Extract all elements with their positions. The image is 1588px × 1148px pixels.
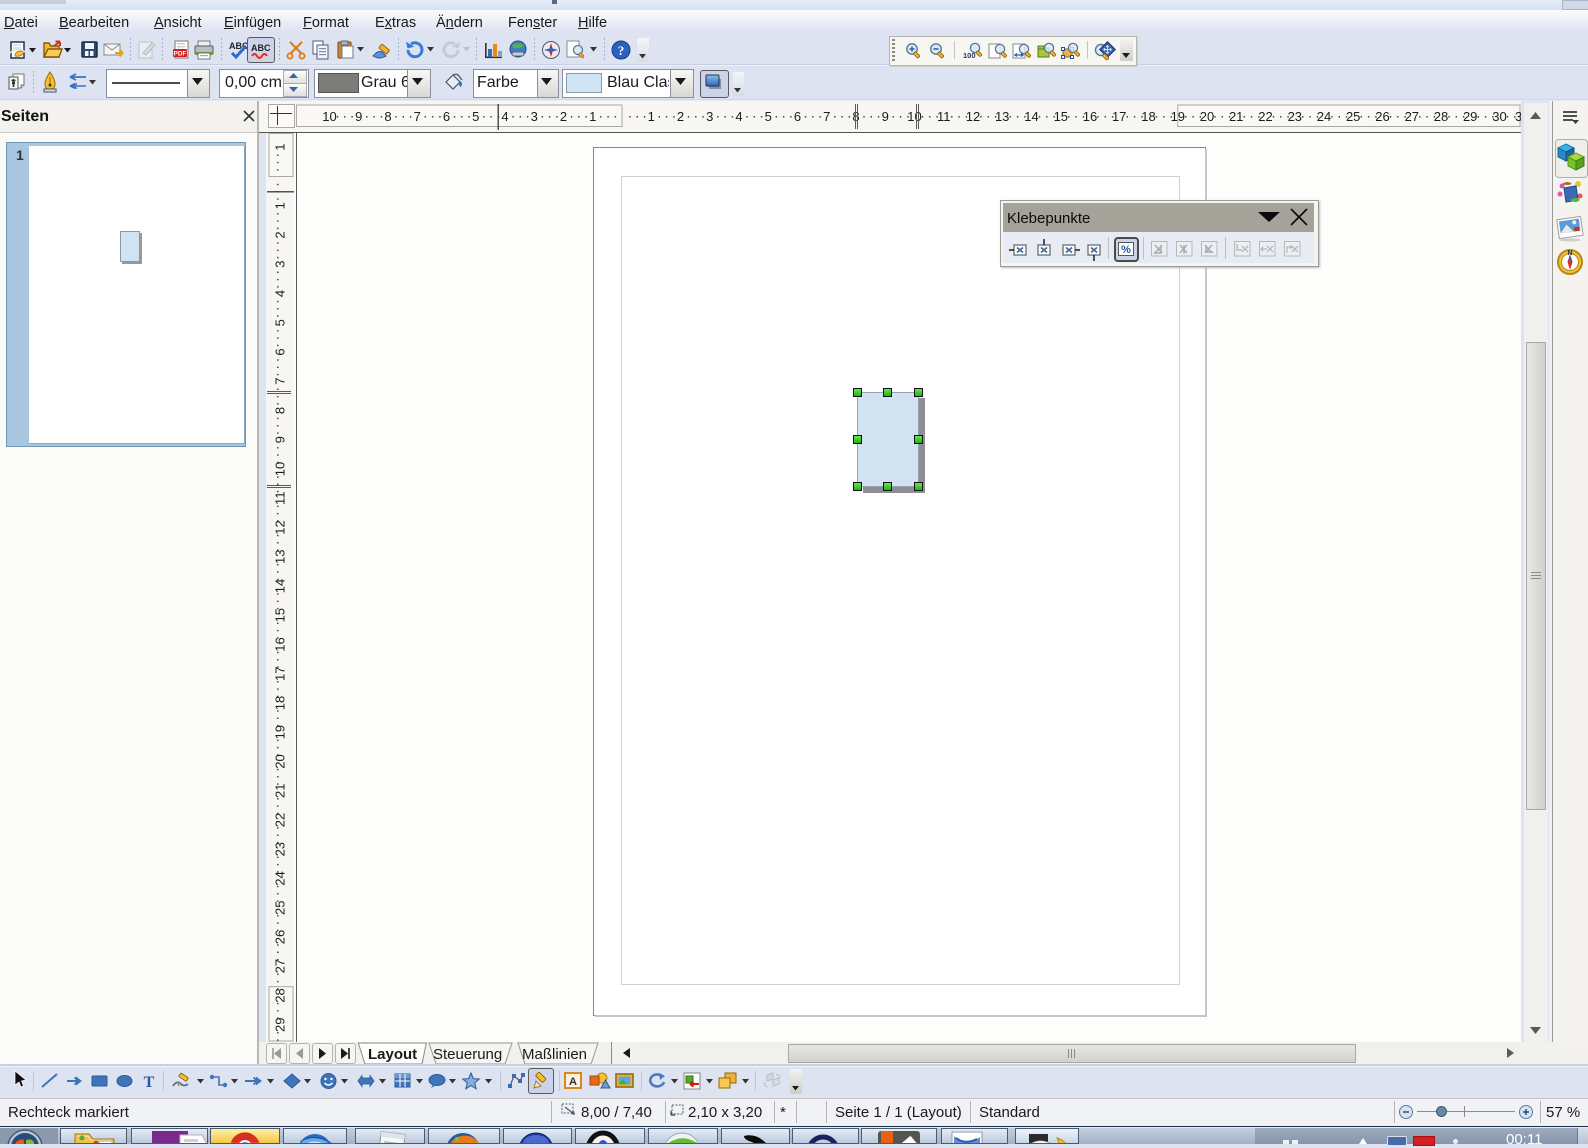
svg-text:1: 1 — [589, 109, 596, 124]
svg-text:5: 5 — [273, 319, 288, 326]
svg-text:10: 10 — [322, 109, 336, 124]
svg-text:8: 8 — [273, 407, 288, 414]
svg-text:11: 11 — [273, 491, 288, 505]
svg-text:30: 30 — [1492, 109, 1506, 124]
svg-text:4: 4 — [501, 109, 508, 124]
svg-text:2: 2 — [560, 109, 567, 124]
svg-text:15: 15 — [273, 608, 288, 622]
svg-text:24: 24 — [1317, 109, 1331, 124]
svg-text:18: 18 — [1141, 109, 1155, 124]
svg-text:20: 20 — [1200, 109, 1214, 124]
svg-text:A: A — [569, 1076, 577, 1088]
svg-text:ABC: ABC — [251, 43, 271, 53]
svg-text:1: 1 — [648, 109, 655, 124]
svg-text:PDF: PDF — [174, 51, 187, 58]
svg-text:6: 6 — [443, 109, 450, 124]
svg-text:28: 28 — [273, 988, 288, 1002]
svg-text:9: 9 — [882, 109, 889, 124]
svg-text:T: T — [144, 1074, 155, 1091]
svg-text:7: 7 — [823, 109, 830, 124]
svg-text:16: 16 — [1083, 109, 1097, 124]
svg-text:28: 28 — [1434, 109, 1448, 124]
svg-text:10: 10 — [907, 109, 921, 124]
svg-text:3: 3 — [531, 109, 538, 124]
svg-text:%: % — [1121, 244, 1131, 256]
svg-text:4: 4 — [273, 290, 288, 297]
svg-text:23: 23 — [273, 842, 288, 856]
svg-text:11: 11 — [937, 109, 951, 124]
svg-text:26: 26 — [273, 930, 288, 944]
svg-text:4: 4 — [735, 109, 742, 124]
svg-text:12: 12 — [966, 109, 980, 124]
svg-text:15: 15 — [1054, 109, 1068, 124]
svg-text:23: 23 — [1288, 109, 1302, 124]
svg-text:2: 2 — [273, 231, 288, 238]
svg-text:5: 5 — [472, 109, 479, 124]
svg-text:17: 17 — [273, 667, 288, 681]
svg-text:12: 12 — [273, 520, 288, 534]
svg-text:14: 14 — [273, 579, 288, 593]
svg-text:9: 9 — [355, 109, 362, 124]
svg-text:22: 22 — [273, 813, 288, 827]
svg-text:1: 1 — [273, 202, 288, 209]
svg-text:7: 7 — [414, 109, 421, 124]
svg-text:6: 6 — [273, 348, 288, 355]
svg-text:21: 21 — [1229, 109, 1243, 124]
svg-text:17: 17 — [1112, 109, 1126, 124]
svg-text:21: 21 — [273, 784, 288, 798]
svg-text:29: 29 — [1463, 109, 1477, 124]
svg-text:26: 26 — [1375, 109, 1389, 124]
svg-text:27: 27 — [1405, 109, 1419, 124]
svg-text:27: 27 — [273, 959, 288, 973]
svg-text:19: 19 — [273, 725, 288, 739]
svg-text:?: ? — [618, 43, 625, 58]
svg-text:1: 1 — [273, 144, 288, 151]
svg-text:10: 10 — [273, 462, 288, 476]
svg-text:5: 5 — [765, 109, 772, 124]
svg-text:22: 22 — [1258, 109, 1272, 124]
svg-text:N: N — [1567, 250, 1572, 257]
svg-text:3: 3 — [273, 261, 288, 268]
svg-text:8: 8 — [384, 109, 391, 124]
svg-text:14: 14 — [1024, 109, 1038, 124]
svg-text:13: 13 — [273, 550, 288, 564]
svg-text:2: 2 — [677, 109, 684, 124]
svg-text:16: 16 — [273, 637, 288, 651]
svg-text:25: 25 — [273, 901, 288, 915]
svg-text:9: 9 — [273, 436, 288, 443]
svg-text:3: 3 — [706, 109, 713, 124]
svg-text:7: 7 — [273, 378, 288, 385]
svg-text:18: 18 — [273, 696, 288, 710]
svg-text:25: 25 — [1346, 109, 1360, 124]
svg-text:20: 20 — [273, 754, 288, 768]
svg-text:N: N — [156, 1137, 175, 1144]
svg-text:13: 13 — [995, 109, 1009, 124]
svg-text:6: 6 — [794, 109, 801, 124]
svg-text:3: 3 — [1515, 109, 1521, 124]
svg-text:19: 19 — [1171, 109, 1185, 124]
svg-text:24: 24 — [273, 871, 288, 885]
svg-text:29: 29 — [273, 1018, 288, 1032]
